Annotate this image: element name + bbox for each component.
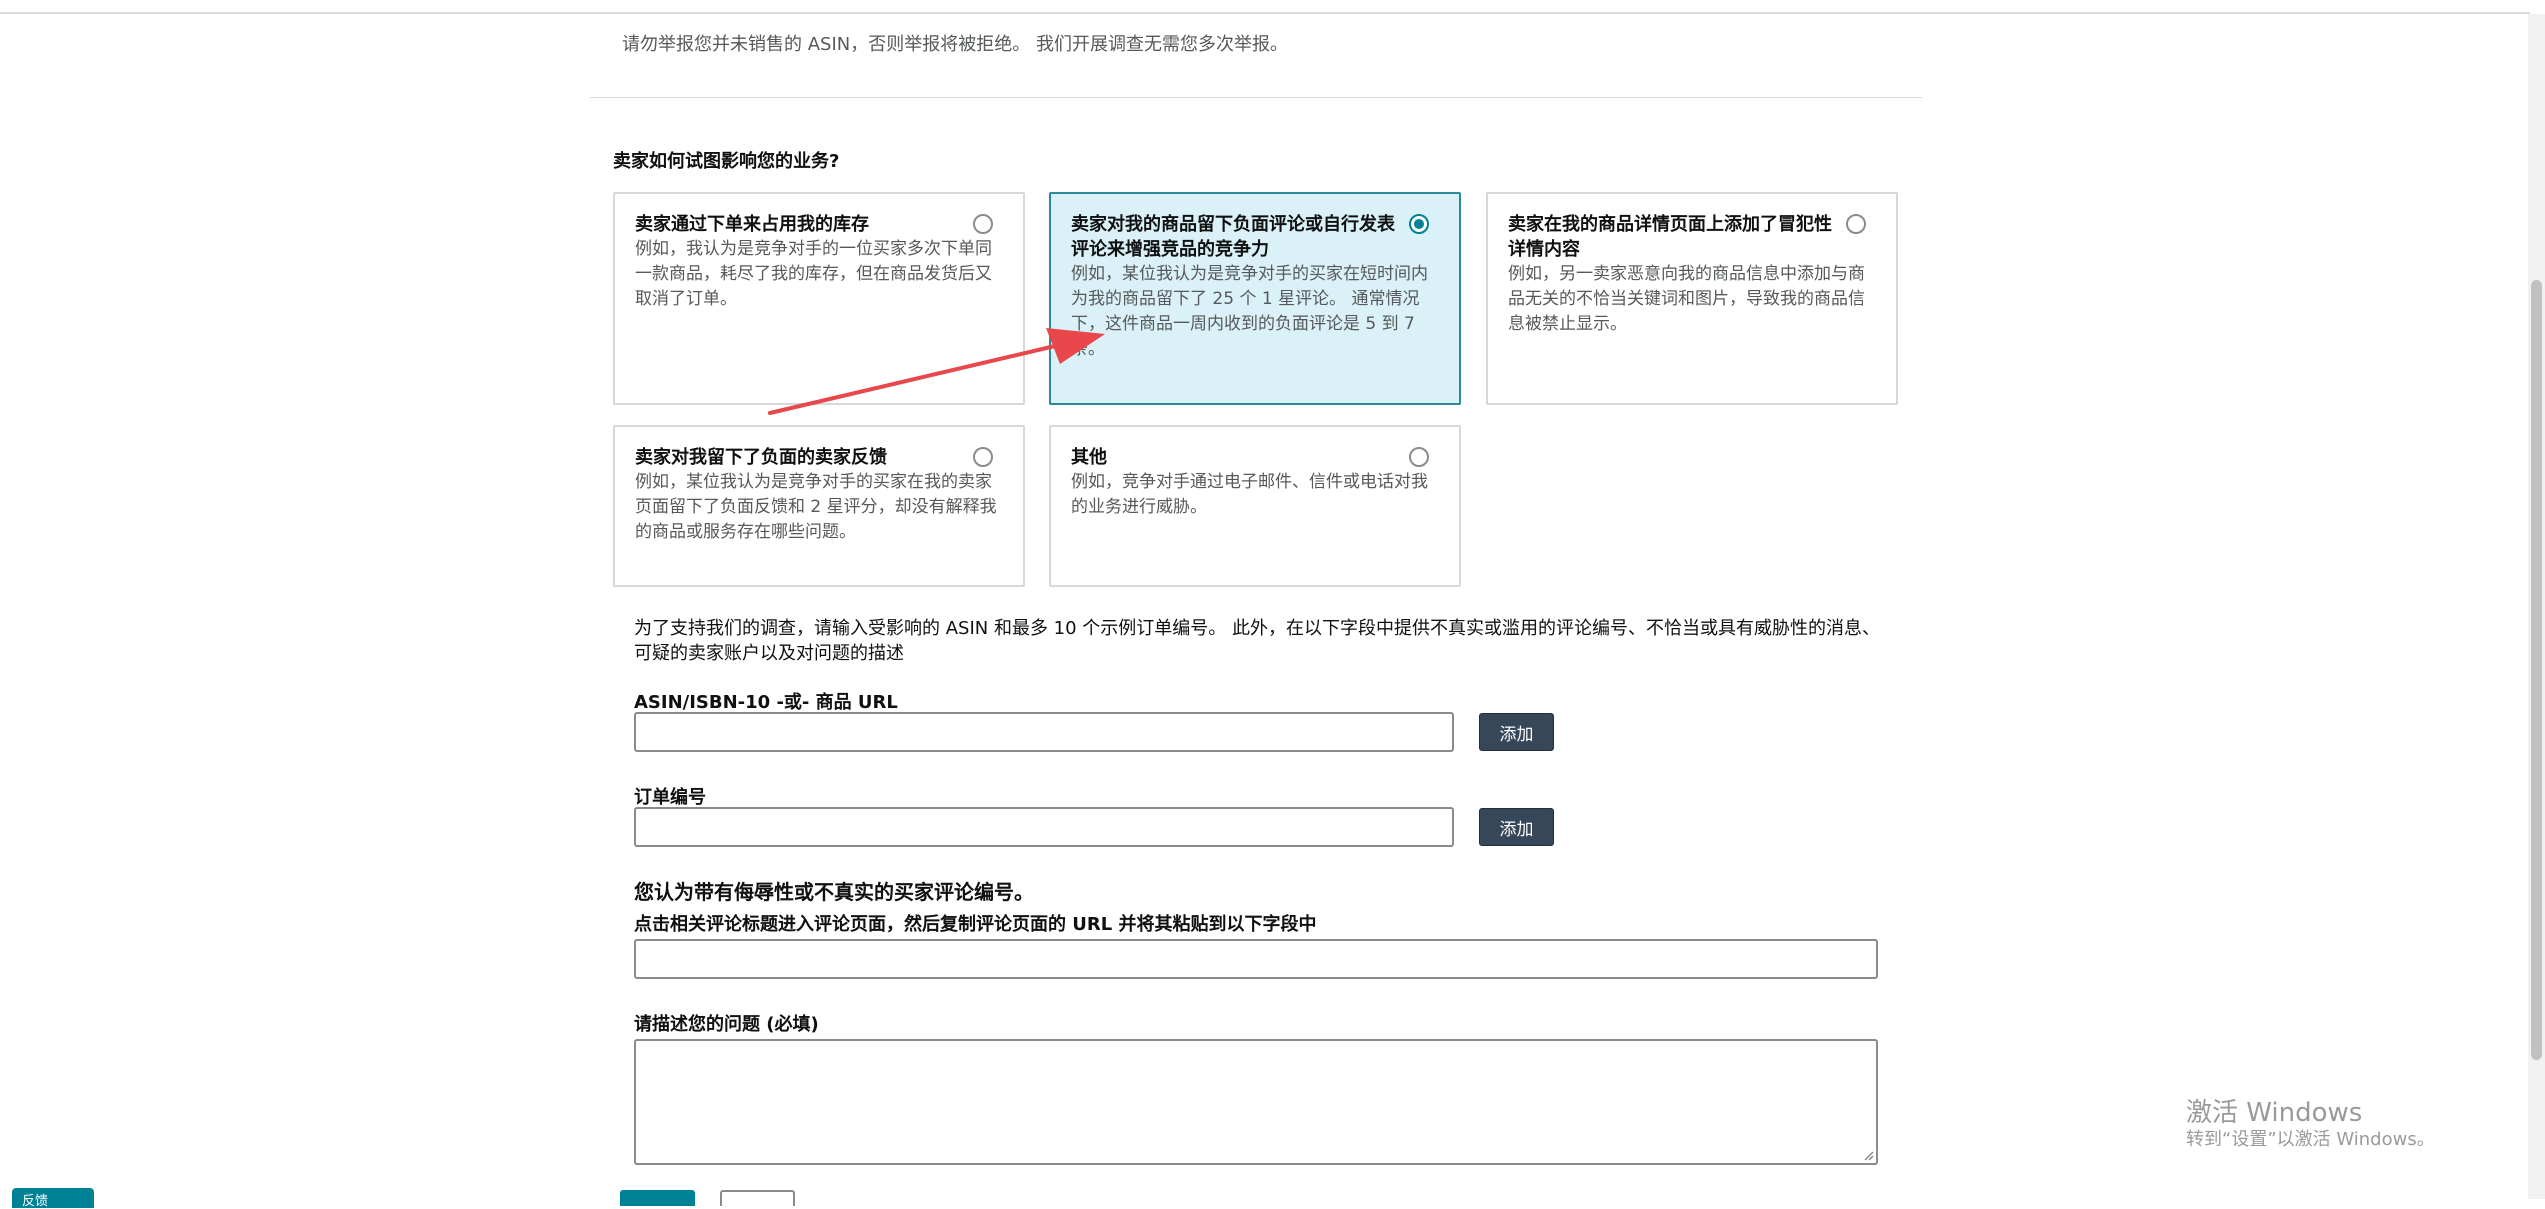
option-desc: 例如，我认为是竞争对手的一位买家多次下单同一款商品，耗尽了我的库存，但在商品发货… [635,239,992,309]
option-desc: 例如，竞争对手通过电子邮件、信件或电话对我的业务进行威胁。 [1071,472,1428,517]
order-number-input[interactable] [634,807,1454,847]
add-order-button[interactable]: 添加 [1479,808,1554,846]
windows-watermark-subtitle: 转到“设置”以激活 Windows。 [2186,1129,2435,1150]
option-radio-selected[interactable] [1409,214,1429,234]
annotation-arrow-icon [768,328,1105,415]
review-subheading: 点击相关评论标题进入评论页面，然后复制评论页面的 URL 并将其粘贴到以下字段中 [634,914,1317,935]
impact-question: 卖家如何试图影响您的业务? [613,151,840,172]
option-card-other[interactable]: 其他 例如，竞争对手通过电子邮件、信件或电话对我的业务进行威胁。 [1049,425,1461,587]
order-label: 订单编号 [634,787,706,808]
option-card-seller-feedback[interactable]: 卖家对我留下了负面的卖家反馈 例如，某位我认为是竞争对手的买家在我的卖家页面留下… [613,425,1025,587]
option-desc: 例如，另一卖家恶意向我的商品信息中添加与商品无关的不恰当关键词和图片，导致我的商… [1508,264,1865,334]
describe-label: 请描述您的问题 (必填) [634,1014,819,1035]
asin-input[interactable] [634,712,1454,752]
feedback-tab[interactable]: 反馈 [12,1188,94,1209]
asin-label: ASIN/ISBN-10 -或- 商品 URL [634,692,898,713]
add-asin-button[interactable]: 添加 [1479,713,1554,751]
cancel-button[interactable] [720,1190,795,1206]
option-desc: 例如，某位我认为是竞争对手的买家在短时间内为我的商品留下了 25 个 1 星评论… [1071,264,1428,359]
option-radio[interactable] [973,447,993,467]
instructions-text: 为了支持我们的调查，请输入受影响的 ASIN 和最多 10 个示例订单编号。 此… [634,618,1881,664]
option-title: 卖家对我留下了负面的卖家反馈 [635,447,887,468]
review-url-input[interactable] [634,939,1878,979]
windows-watermark-title: 激活 Windows [2186,1098,2363,1128]
option-title: 卖家对我的商品留下负面评论或自行发表评论来增强竞品的竞争力 [1071,214,1395,260]
option-desc: 例如，某位我认为是竞争对手的买家在我的卖家页面留下了负面反馈和 2 星评分，却没… [635,472,997,542]
option-radio[interactable] [973,214,993,234]
resize-handle-icon[interactable] [1862,1149,1874,1161]
top-divider [0,12,2530,14]
review-heading: 您认为带有侮辱性或不真实的买家评论编号。 [634,880,1034,904]
option-radio[interactable] [1409,447,1429,467]
submit-button[interactable] [620,1190,695,1206]
option-title: 卖家在我的商品详情页面上添加了冒犯性详情内容 [1508,214,1832,260]
option-card-offensive-content[interactable]: 卖家在我的商品详情页面上添加了冒犯性详情内容 例如，另一卖家恶意向我的商品信息中… [1486,192,1898,405]
option-title: 卖家通过下单来占用我的库存 [635,214,869,235]
section-divider [590,97,1922,98]
option-radio[interactable] [1846,214,1866,234]
option-title: 其他 [1071,447,1107,468]
notice-text: 请勿举报您并未销售的 ASIN，否则举报将被拒绝。 我们开展调查无需您多次举报。 [622,34,1288,55]
scrollbar-thumb[interactable] [2531,280,2542,1060]
describe-textarea[interactable] [634,1039,1878,1165]
